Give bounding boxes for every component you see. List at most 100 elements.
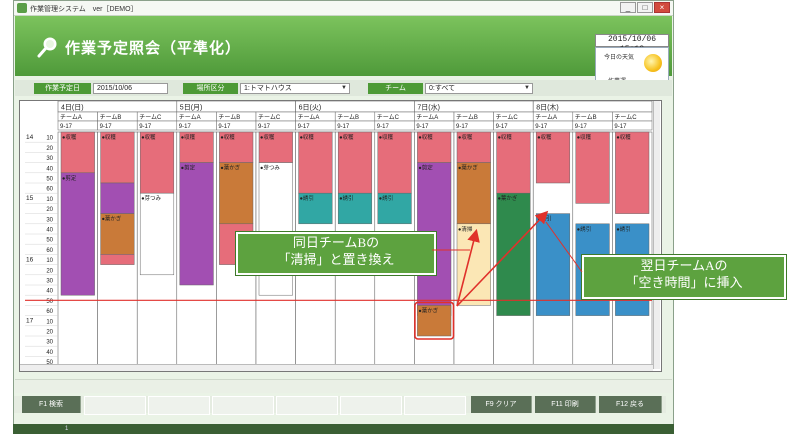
bottom-status-bar: 1 [13,424,674,434]
f11-print-button[interactable]: F11 印刷 [535,396,596,413]
shift-header: 9-17 [337,124,350,130]
chevron-down-icon: ▼ [524,85,530,91]
task-label: ●剪定 [418,164,433,172]
date-label: 作業予定日 [34,83,91,94]
task-block [496,192,531,316]
minute-label: 40 [46,228,53,234]
task-label: ●収穫 [181,133,196,141]
callout-left-line2: 「清掃」と置き換え [277,252,395,267]
function-key-empty [212,396,274,415]
function-key-empty [404,396,466,415]
vertical-scrollbar[interactable] [653,101,660,369]
screen-header: 作業予定照会（平準化） 2015/10/06 15:12 今日の天気 作業運 [15,16,672,89]
task-block [298,131,333,194]
shift-header: 9-17 [179,124,192,130]
minute-label: 40 [46,350,53,356]
shift-header: 9-17 [416,124,429,130]
team-value: 0:すべて [429,85,456,92]
shift-header: 9-17 [496,124,509,130]
f12-back-button[interactable]: F12 戻る [599,396,662,413]
shift-header: 9-17 [298,124,311,130]
callout-right-line2: 「空き時間」に挿入 [625,275,743,290]
function-key-bar: F1 検索 F9 クリア F11 印刷 F12 戻る [14,396,666,415]
task-label: ●収穫 [498,133,513,141]
task-label: ●誘引 [339,194,353,202]
minute-label: 10 [46,258,53,264]
task-label: ●葉かぎ [102,215,122,223]
f9-clear-button[interactable]: F9 クリア [471,396,532,413]
task-label: ●収穫 [379,133,394,141]
minute-label: 50 [46,238,53,244]
team-header: チームA [535,114,557,121]
task-label: ●葉かぎ [498,194,518,202]
close-button[interactable]: × [654,2,670,13]
minimize-button[interactable]: _ [620,2,636,13]
task-block [100,254,135,265]
task-label: ●誘引 [577,225,591,233]
shift-header: 9-17 [535,124,548,130]
team-header: チームC [496,114,519,121]
task-label: ●収穫 [339,133,354,141]
task-label: ●剪定 [181,164,196,172]
task-label: ●誘引 [379,194,393,202]
task-block [456,162,491,225]
task-block [219,162,254,225]
minute-label: 30 [46,279,53,285]
hour-label: 17 [26,318,34,325]
task-block [615,131,650,214]
task-label: ●収穫 [458,133,473,141]
status-indicator: 1 [65,426,69,432]
maximize-button[interactable]: □ [637,2,653,13]
sun-icon [644,54,662,72]
task-label: ●収穫 [220,133,235,141]
place-select[interactable]: 1:トマトハウス ▼ [240,83,350,94]
place-label: 場所区分 [183,83,238,94]
team-select[interactable]: 0:すべて ▼ [425,83,533,94]
shift-header: 9-17 [60,124,73,130]
shift-header: 9-17 [614,124,627,130]
minute-label: 20 [46,268,53,274]
title-bar: 作業管理システム ver［DEMO］ _ □ × [14,1,673,16]
day-header: 7日(水) [417,103,440,112]
f1-search-button[interactable]: F1 検索 [22,396,81,413]
shift-header: 9-17 [218,124,231,130]
hour-label: 15 [26,195,34,202]
task-label: ●葉かぎ [220,164,240,172]
minute-label: 10 [46,136,53,142]
shift-header: 9-17 [100,124,113,130]
task-label: ●誘引 [300,194,314,202]
inserted-task-label: ●葉かぎ [418,306,438,314]
day-header: 4日(日) [61,104,84,112]
shift-header: 9-17 [377,124,390,130]
date-field[interactable]: 2015/10/06 [93,83,168,94]
task-label: ●清掃 [458,225,473,233]
minute-label: 40 [46,289,53,295]
minute-label: 60 [46,248,53,254]
team-header: チームC [139,114,162,121]
minute-label: 30 [46,340,53,346]
shift-header: 9-17 [258,124,271,130]
task-label: ●収穫 [141,133,156,141]
task-label: ●芽つみ [260,164,280,172]
task-label: ●収穫 [577,133,592,141]
team-header: チームB [218,114,240,121]
filter-bar: 作業予定日 2015/10/06 場所区分 1:トマトハウス ▼ チーム 0:すべ… [15,80,672,96]
function-key-empty [148,396,210,415]
page-title: 作業予定照会（平準化） [65,40,242,57]
function-key-empty [276,396,338,415]
task-block [139,192,175,276]
shift-header: 9-17 [139,124,152,130]
weather-label: 今日の天気 [604,55,635,61]
magnifier-icon [37,37,57,58]
team-header: チームA [298,114,320,121]
task-block [60,172,95,296]
day-header: 5日(月) [180,104,203,112]
task-block [100,182,135,214]
task-block [496,131,531,194]
horizontal-scrollbar[interactable] [20,364,653,371]
minute-label: 30 [46,156,53,162]
task-label: ●誘引 [616,225,630,233]
function-key-empty [84,396,146,415]
team-header: チームB [456,114,478,121]
shift-header: 9-17 [575,124,588,130]
